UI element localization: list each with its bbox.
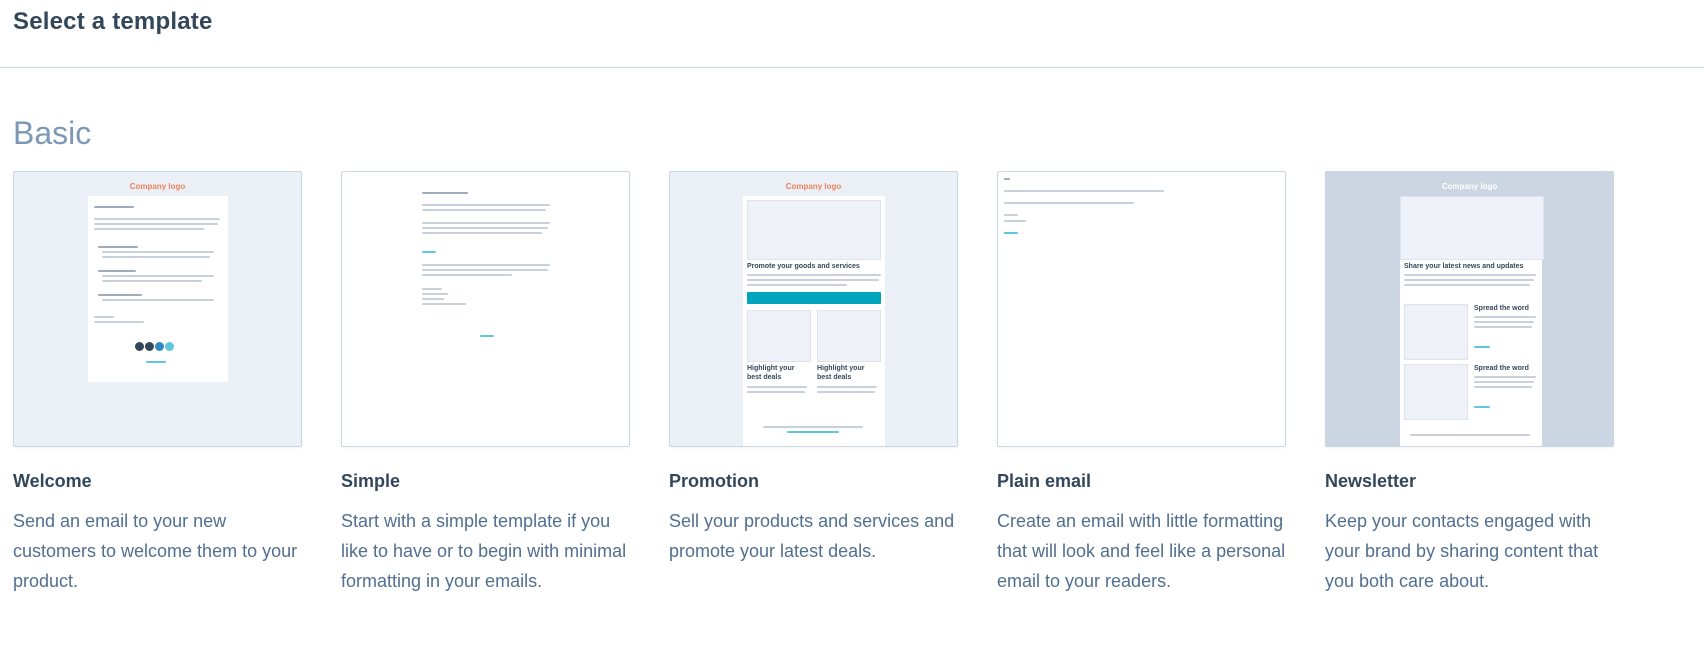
template-description: Keep your contacts engaged with your bra… bbox=[1325, 511, 1599, 591]
template-name: Promotion bbox=[669, 471, 759, 491]
template-name: Plain email bbox=[997, 471, 1092, 491]
template-description: Create an email with little formatting t… bbox=[997, 511, 1286, 591]
twitter-icon bbox=[155, 342, 164, 351]
template-card-welcome[interactable]: Company logo Welcome Send an email to yo… bbox=[13, 171, 302, 591]
preview-email-body: Share your latest news and updates Sprea… bbox=[1400, 196, 1544, 446]
template-thumbnail-newsletter[interactable]: Company logo Share your latest news and … bbox=[1325, 171, 1614, 447]
template-name: Welcome bbox=[13, 471, 92, 491]
preview-email-body bbox=[88, 196, 228, 382]
section-title-basic: Basic bbox=[13, 115, 92, 151]
instagram-icon bbox=[165, 342, 174, 351]
template-thumbnail-welcome[interactable]: Company logo bbox=[13, 171, 302, 447]
linkedin-icon bbox=[145, 342, 154, 351]
template-name: Simple bbox=[341, 471, 401, 491]
template-card-simple[interactable]: Simple Start with a simple template if y… bbox=[341, 171, 630, 591]
template-card-promotion[interactable]: Company logo Promote your goods and serv… bbox=[669, 171, 958, 561]
preview-company-logo: Company logo bbox=[1441, 182, 1498, 191]
facebook-icon bbox=[135, 342, 144, 351]
template-thumbnail-simple[interactable] bbox=[341, 171, 630, 447]
template-thumbnail-plain-email[interactable] bbox=[997, 171, 1286, 447]
preview-shop-button bbox=[747, 292, 881, 304]
template-name: Newsletter bbox=[1325, 471, 1417, 491]
template-thumbnail-promotion[interactable]: Company logo Promote your goods and serv… bbox=[669, 171, 958, 447]
preview-company-logo: Company logo bbox=[785, 182, 842, 191]
template-card-plain-email[interactable]: Plain email Create an email with little … bbox=[997, 171, 1286, 591]
preview-email-body: Promote your goods and services Highligh… bbox=[743, 196, 885, 446]
template-description: Sell your products and services and prom… bbox=[669, 511, 955, 561]
preview-image-placeholder bbox=[747, 200, 881, 260]
template-card-newsletter[interactable]: Company logo Share your latest news and … bbox=[1325, 171, 1614, 591]
page-title: Select a template bbox=[13, 8, 213, 35]
template-description: Start with a simple template if you like… bbox=[341, 511, 627, 591]
template-description: Send an email to your new customers to w… bbox=[13, 511, 298, 591]
page-header: Select a template bbox=[0, 0, 1704, 68]
preview-company-logo: Company logo bbox=[129, 182, 186, 191]
